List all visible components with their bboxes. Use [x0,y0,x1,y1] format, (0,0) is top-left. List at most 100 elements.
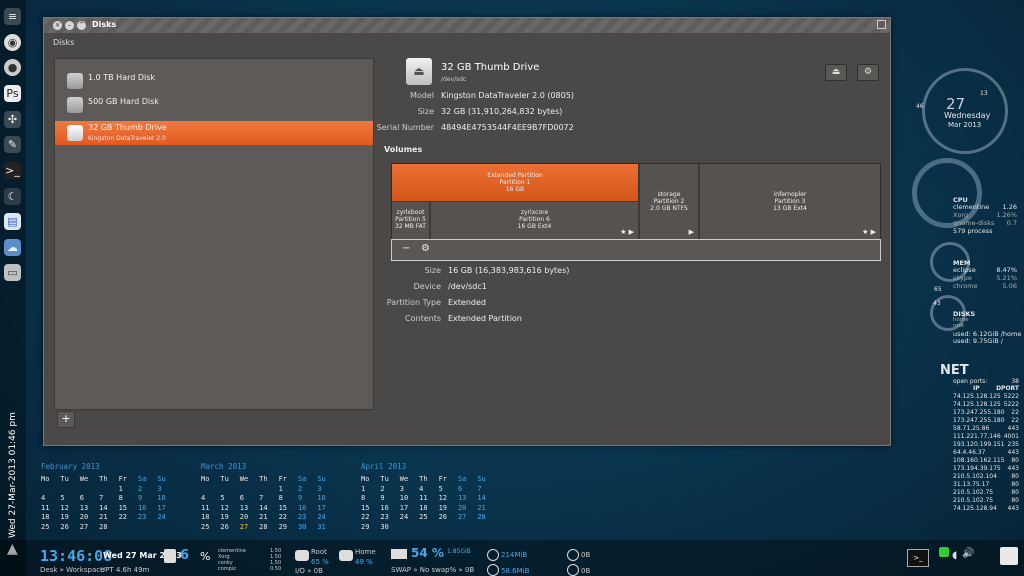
calendar-day[interactable]: 10 [400,494,419,504]
calendar-day[interactable]: 6 [458,485,477,495]
calendar-day[interactable]: 19 [220,513,239,523]
eject-button[interactable]: ⏏ [825,64,847,81]
remove-partition-button[interactable]: − [402,243,410,254]
document-icon[interactable]: ▤ [4,213,21,230]
calendar-day[interactable]: 12 [220,504,239,514]
calendar-day[interactable]: 7 [99,494,118,504]
calendar-day[interactable]: 20 [80,513,99,523]
calendar-day[interactable]: 2 [138,485,157,495]
calendar-day[interactable]: 9 [138,494,157,504]
speaker-tray-icon[interactable]: 🔊 [962,548,974,559]
calendar-day[interactable]: 25 [41,523,60,533]
chat-icon[interactable]: ☁ [4,239,21,256]
calendar-day[interactable]: 24 [157,513,176,523]
terminal-tray-icon[interactable]: >_ [907,549,929,567]
calendar-day[interactable]: 18 [419,504,438,514]
segment-extended-partition[interactable]: Extended Partition Partition 1 16 GB [392,164,639,201]
calendar-day[interactable]: 2 [298,485,317,495]
calendar-day[interactable] [157,523,176,533]
segment-storage[interactable]: storage Partition 2 2.0 GB NTFS ▶ [640,164,699,239]
minimize-icon[interactable]: – [65,21,74,30]
calendar-day[interactable]: 7 [477,485,496,495]
calendar-day[interactable]: 21 [477,504,496,514]
calendar-day[interactable]: 9 [380,494,399,504]
calendar-day[interactable]: 12 [439,494,458,504]
calendar-day[interactable]: 31 [317,523,336,533]
calendar-day[interactable]: 23 [298,513,317,523]
calendar-day[interactable]: 8 [119,494,138,504]
settings-icon[interactable]: ✣ [4,111,21,128]
calendar-day[interactable] [458,523,477,533]
calendar-day[interactable] [138,523,157,533]
calendar-day[interactable]: 5 [439,485,458,495]
calendar-day[interactable]: 23 [138,513,157,523]
calendar-day[interactable] [477,523,496,533]
calendar-day[interactable]: 19 [60,513,79,523]
segment-zyrlxcore[interactable]: zyrlxcore Partition 6 16 GB Ext4 ★ ▶ [431,202,639,239]
calendar-day[interactable]: 7 [259,494,278,504]
calendar-day[interactable]: 1 [361,485,380,495]
calendar-day[interactable]: 30 [298,523,317,533]
calendar-day[interactable]: 14 [477,494,496,504]
calendar-day[interactable]: 27 [458,513,477,523]
calendar-day[interactable]: 11 [201,504,220,514]
close-icon[interactable]: × [53,21,62,30]
restore-icon[interactable] [877,20,886,29]
calendar-day[interactable]: 3 [400,485,419,495]
calendar-day[interactable]: 10 [317,494,336,504]
moon-icon[interactable]: ☾ [4,188,21,205]
calendar-day[interactable]: 23 [380,513,399,523]
calendar-day[interactable]: 28 [477,513,496,523]
calendar-day[interactable]: 13 [80,504,99,514]
calendar-day[interactable]: 19 [439,504,458,514]
calendar-day[interactable] [419,523,438,533]
calendar-day[interactable]: 13 [458,494,477,504]
calendar-day[interactable]: 17 [157,504,176,514]
calendar-day[interactable] [60,485,79,495]
calendar-day[interactable] [439,523,458,533]
calendar-day[interactable]: 1 [119,485,138,495]
disk-drive-icon[interactable]: ▭ [4,264,21,281]
calendar-day[interactable]: 17 [317,504,336,514]
calendar-day[interactable]: 16 [138,504,157,514]
calendar-day[interactable]: 29 [361,523,380,533]
calendar-day[interactable]: 26 [439,513,458,523]
calendar-day[interactable]: 16 [380,504,399,514]
calendar-day[interactable]: 25 [201,523,220,533]
calendar-day[interactable]: 15 [361,504,380,514]
calendar-day[interactable]: 13 [240,504,259,514]
pen-icon[interactable]: ✎ [4,136,21,153]
title-bar[interactable]: × – ^ Disks [44,18,890,33]
calendar-day[interactable]: 30 [380,523,399,533]
calendar-day[interactable]: 24 [400,513,419,523]
calendar-day[interactable] [240,485,259,495]
calendar-day[interactable] [80,485,99,495]
calendar-day[interactable]: 3 [157,485,176,495]
network-tray-icon[interactable] [939,547,949,557]
calendar-day[interactable]: 8 [279,494,298,504]
calendar-day[interactable]: 6 [80,494,99,504]
disk-item-500gb[interactable]: 500 GB Hard Disk [55,93,373,117]
terminal-icon[interactable]: >_ [4,162,21,179]
calendar-day[interactable]: 22 [361,513,380,523]
calendar-day[interactable]: 18 [201,513,220,523]
pdf-tray-icon[interactable] [1000,547,1018,565]
calendar-day[interactable]: 9 [298,494,317,504]
calendar-day[interactable]: 17 [400,504,419,514]
calendar-day[interactable]: 16 [298,504,317,514]
calendar-day[interactable]: 10 [157,494,176,504]
add-button[interactable]: + [57,411,75,428]
calendar-day[interactable]: 18 [41,513,60,523]
calendar-day[interactable]: 2 [380,485,399,495]
calendar-day[interactable]: 15 [279,504,298,514]
calendar-day[interactable] [41,485,60,495]
drive-settings-button[interactable]: ⚙ [857,64,879,81]
calendar-day[interactable]: 3 [317,485,336,495]
calendar-day[interactable]: 20 [458,504,477,514]
calendar-day[interactable]: 21 [259,513,278,523]
calendar-day[interactable]: 22 [119,513,138,523]
calendar-day[interactable]: 25 [419,513,438,523]
calendar-day[interactable]: 5 [60,494,79,504]
chrome-icon[interactable]: ◉ [4,34,21,51]
photoshop-icon[interactable]: Ps [4,85,21,102]
